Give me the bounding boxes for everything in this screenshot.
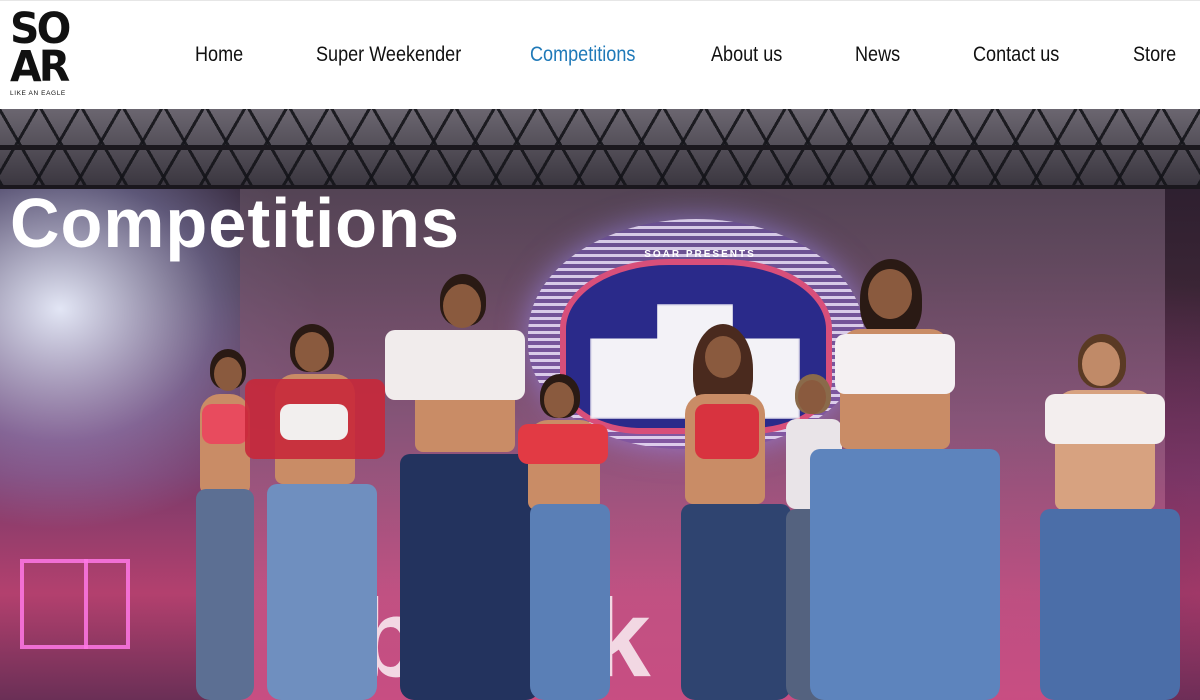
stage-truss <box>0 109 1200 189</box>
main-nav: Home Super Weekender Competitions About … <box>0 1 1200 110</box>
nav-news[interactable]: News <box>855 41 900 69</box>
hero-banner: SOAR PRESENTS Sblock <box>0 109 1200 700</box>
nav-store[interactable]: Store <box>1133 41 1176 69</box>
nav-about-us[interactable]: About us <box>711 41 782 69</box>
nav-competitions[interactable]: Competitions <box>530 41 635 69</box>
dancer-figure <box>245 324 385 700</box>
nav-super-weekender[interactable]: Super Weekender <box>316 41 461 69</box>
screen-emblem-text: SOAR PRESENTS <box>644 249 756 260</box>
stage-light-frame <box>20 559 130 649</box>
dancer-figure <box>800 259 1000 700</box>
dancer-figure <box>665 324 795 700</box>
site-header: SO AR LIKE AN EAGLE Home Super Weekender… <box>0 0 1200 109</box>
dancer-figure <box>510 374 620 700</box>
dancer-figure <box>1030 334 1180 700</box>
nav-home[interactable]: Home <box>195 41 243 69</box>
nav-contact-us[interactable]: Contact us <box>973 41 1059 69</box>
page-title: Competitions <box>10 184 461 262</box>
